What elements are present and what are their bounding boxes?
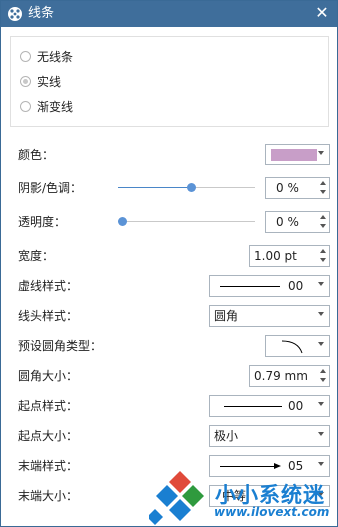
end-style-dropdown[interactable]: 05 — [209, 455, 330, 477]
dash-style-label: 虚线样式： — [18, 279, 79, 293]
close-icon[interactable]: ✕ — [313, 4, 331, 22]
spin-down-icon[interactable] — [320, 258, 326, 262]
width-label: 宽度： — [18, 249, 55, 263]
dash-style-dropdown[interactable]: 00 — [209, 275, 330, 297]
color-label: 颜色： — [18, 148, 55, 162]
palette-icon — [8, 7, 22, 21]
spin-down-icon[interactable] — [320, 224, 326, 228]
cap-style-dropdown[interactable]: 圆角 — [209, 305, 330, 327]
end-size-label: 末端大小： — [18, 489, 79, 503]
slider-track — [118, 221, 255, 222]
spin-buttons[interactable] — [317, 178, 329, 198]
rounded-corner-icon — [281, 340, 303, 354]
arrowhead-icon — [274, 463, 281, 469]
radio-label: 无线条 — [37, 50, 74, 64]
corner-size-value: 0.79 mm — [254, 369, 308, 383]
radio-button[interactable] — [20, 76, 31, 87]
line-properties-panel: 线条 ✕ 无线条 实线 渐变线 颜色： 阴影/色调： 0 % 透明度： 0 % … — [0, 0, 338, 527]
cap-style-value: 圆角 — [214, 309, 239, 323]
panel-title: 线条 — [28, 6, 55, 21]
start-style-value: 00 — [288, 399, 304, 413]
end-style-label: 末端样式： — [18, 459, 79, 473]
chevron-down-icon — [318, 342, 324, 346]
transparency-label: 透明度： — [18, 215, 67, 229]
width-input[interactable]: 1.00 pt — [249, 245, 330, 267]
line-sample — [220, 286, 280, 287]
shadow-value: 0 % — [276, 181, 299, 195]
spin-up-icon[interactable] — [320, 369, 326, 373]
line-sample — [220, 466, 276, 467]
transparency-slider[interactable] — [118, 216, 255, 228]
line-sample — [224, 406, 282, 407]
spin-buttons[interactable] — [317, 246, 329, 266]
spin-down-icon[interactable] — [320, 190, 326, 194]
radio-button[interactable] — [20, 51, 31, 62]
start-size-dropdown[interactable]: 极小 — [209, 425, 330, 447]
title-bar: 线条 ✕ — [1, 1, 337, 27]
radio-label: 实线 — [37, 75, 62, 89]
end-style-value: 05 — [288, 459, 304, 473]
spin-up-icon[interactable] — [320, 249, 326, 253]
spin-down-icon[interactable] — [320, 378, 326, 382]
chevron-down-icon — [318, 312, 324, 316]
corner-type-dropdown[interactable] — [265, 335, 330, 357]
corner-size-label: 圆角大小： — [18, 369, 79, 383]
chevron-down-icon — [318, 462, 324, 466]
spin-up-icon[interactable] — [320, 215, 326, 219]
width-value: 1.00 pt — [254, 249, 297, 263]
chevron-down-icon — [318, 151, 324, 155]
slider-handle[interactable] — [118, 217, 127, 226]
start-size-value: 极小 — [214, 429, 239, 443]
corner-size-input[interactable]: 0.79 mm — [249, 365, 330, 387]
color-swatch — [271, 149, 317, 161]
start-size-label: 起点大小： — [18, 429, 79, 443]
transparency-value: 0 % — [276, 215, 299, 229]
slider-fill — [118, 187, 187, 188]
slider-handle[interactable] — [186, 183, 196, 192]
spin-buttons[interactable] — [317, 212, 329, 232]
corner-type-label: 预设圆角类型： — [18, 339, 103, 353]
color-picker[interactable] — [265, 144, 330, 165]
shadow-input[interactable]: 0 % — [265, 177, 330, 199]
cap-style-label: 线头样式： — [18, 309, 79, 323]
radio-button[interactable] — [20, 101, 31, 112]
watermark-logo — [149, 471, 204, 525]
start-style-dropdown[interactable]: 00 — [209, 395, 330, 417]
start-style-label: 起点样式： — [18, 399, 79, 413]
shadow-label: 阴影/色调： — [18, 181, 83, 195]
shadow-slider[interactable] — [118, 182, 255, 194]
line-type-group: 无线条 实线 渐变线 — [10, 36, 329, 127]
chevron-down-icon — [318, 282, 324, 286]
spin-buttons[interactable] — [317, 366, 329, 386]
watermark-url: www.ilovext.com — [214, 505, 330, 519]
spin-up-icon[interactable] — [320, 181, 326, 185]
chevron-down-icon — [318, 432, 324, 436]
chevron-down-icon — [318, 402, 324, 406]
dash-style-value: 00 — [288, 279, 304, 293]
radio-label: 渐变线 — [37, 100, 74, 114]
transparency-input[interactable]: 0 % — [265, 211, 330, 233]
